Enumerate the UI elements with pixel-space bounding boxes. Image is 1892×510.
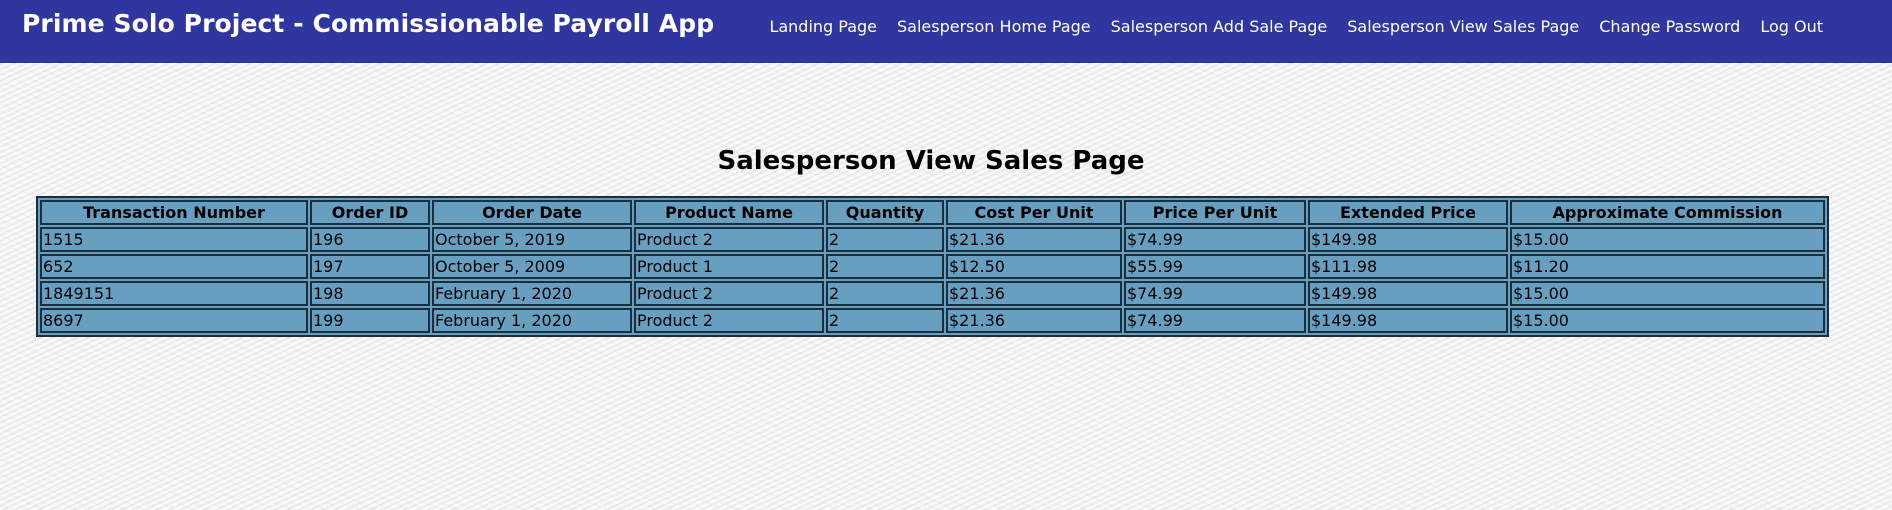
cell-transaction-number: 1849151 xyxy=(40,281,308,306)
cell-order-date: February 1, 2020 xyxy=(432,281,632,306)
cell-approximate-commission: $15.00 xyxy=(1510,227,1825,252)
table-row: 1849151 198 February 1, 2020 Product 2 2… xyxy=(40,281,1825,306)
nav-link-salesperson-home[interactable]: Salesperson Home Page xyxy=(887,17,1101,36)
column-header-order-id: Order ID xyxy=(310,200,430,225)
cell-price-per-unit: $74.99 xyxy=(1124,308,1306,333)
nav-link-salesperson-add-sale[interactable]: Salesperson Add Sale Page xyxy=(1101,17,1338,36)
table-header-row: Transaction Number Order ID Order Date P… xyxy=(40,200,1825,225)
column-header-order-date: Order Date xyxy=(432,200,632,225)
cell-price-per-unit: $55.99 xyxy=(1124,254,1306,279)
cell-extended-price: $149.98 xyxy=(1308,227,1508,252)
cell-order-id: 197 xyxy=(310,254,430,279)
cell-product-name: Product 2 xyxy=(634,281,824,306)
nav-link-log-out[interactable]: Log Out xyxy=(1750,17,1833,36)
nav-link-change-password[interactable]: Change Password xyxy=(1589,17,1750,36)
cell-order-date: October 5, 2009 xyxy=(432,254,632,279)
cell-extended-price: $111.98 xyxy=(1308,254,1508,279)
cell-order-id: 199 xyxy=(310,308,430,333)
cell-product-name: Product 2 xyxy=(634,308,824,333)
column-header-product-name: Product Name xyxy=(634,200,824,225)
column-header-cost-per-unit: Cost Per Unit xyxy=(946,200,1122,225)
column-header-transaction-number: Transaction Number xyxy=(40,200,308,225)
top-nav-bar: Prime Solo Project - Commissionable Payr… xyxy=(0,0,1892,63)
column-header-approximate-commission: Approximate Commission xyxy=(1510,200,1825,225)
app-title: Prime Solo Project - Commissionable Payr… xyxy=(22,9,715,38)
cell-cost-per-unit: $12.50 xyxy=(946,254,1122,279)
table-row: 1515 196 October 5, 2019 Product 2 2 $21… xyxy=(40,227,1825,252)
nav-link-salesperson-view-sales[interactable]: Salesperson View Sales Page xyxy=(1337,17,1589,36)
cell-order-id: 196 xyxy=(310,227,430,252)
cell-transaction-number: 8697 xyxy=(40,308,308,333)
cell-approximate-commission: $15.00 xyxy=(1510,281,1825,306)
cell-price-per-unit: $74.99 xyxy=(1124,227,1306,252)
cell-order-id: 198 xyxy=(310,281,430,306)
cell-price-per-unit: $74.99 xyxy=(1124,281,1306,306)
cell-transaction-number: 652 xyxy=(40,254,308,279)
cell-cost-per-unit: $21.36 xyxy=(946,227,1122,252)
cell-order-date: February 1, 2020 xyxy=(432,308,632,333)
cell-extended-price: $149.98 xyxy=(1308,281,1508,306)
nav-links: Landing Page Salesperson Home Page Sales… xyxy=(759,17,1833,36)
cell-product-name: Product 1 xyxy=(634,254,824,279)
cell-quantity: 2 xyxy=(826,227,944,252)
cell-approximate-commission: $11.20 xyxy=(1510,254,1825,279)
nav-link-landing-page[interactable]: Landing Page xyxy=(759,17,887,36)
cell-quantity: 2 xyxy=(826,308,944,333)
cell-quantity: 2 xyxy=(826,254,944,279)
cell-transaction-number: 1515 xyxy=(40,227,308,252)
cell-cost-per-unit: $21.36 xyxy=(946,281,1122,306)
cell-extended-price: $149.98 xyxy=(1308,308,1508,333)
cell-order-date: October 5, 2019 xyxy=(432,227,632,252)
column-header-price-per-unit: Price Per Unit xyxy=(1124,200,1306,225)
sales-table: Transaction Number Order ID Order Date P… xyxy=(36,196,1829,337)
cell-cost-per-unit: $21.36 xyxy=(946,308,1122,333)
table-row: 652 197 October 5, 2009 Product 1 2 $12.… xyxy=(40,254,1825,279)
cell-product-name: Product 2 xyxy=(634,227,824,252)
column-header-quantity: Quantity xyxy=(826,200,944,225)
cell-quantity: 2 xyxy=(826,281,944,306)
cell-approximate-commission: $15.00 xyxy=(1510,308,1825,333)
column-header-extended-price: Extended Price xyxy=(1308,200,1508,225)
page-title: Salesperson View Sales Page xyxy=(717,146,1145,176)
table-row: 8697 199 February 1, 2020 Product 2 2 $2… xyxy=(40,308,1825,333)
